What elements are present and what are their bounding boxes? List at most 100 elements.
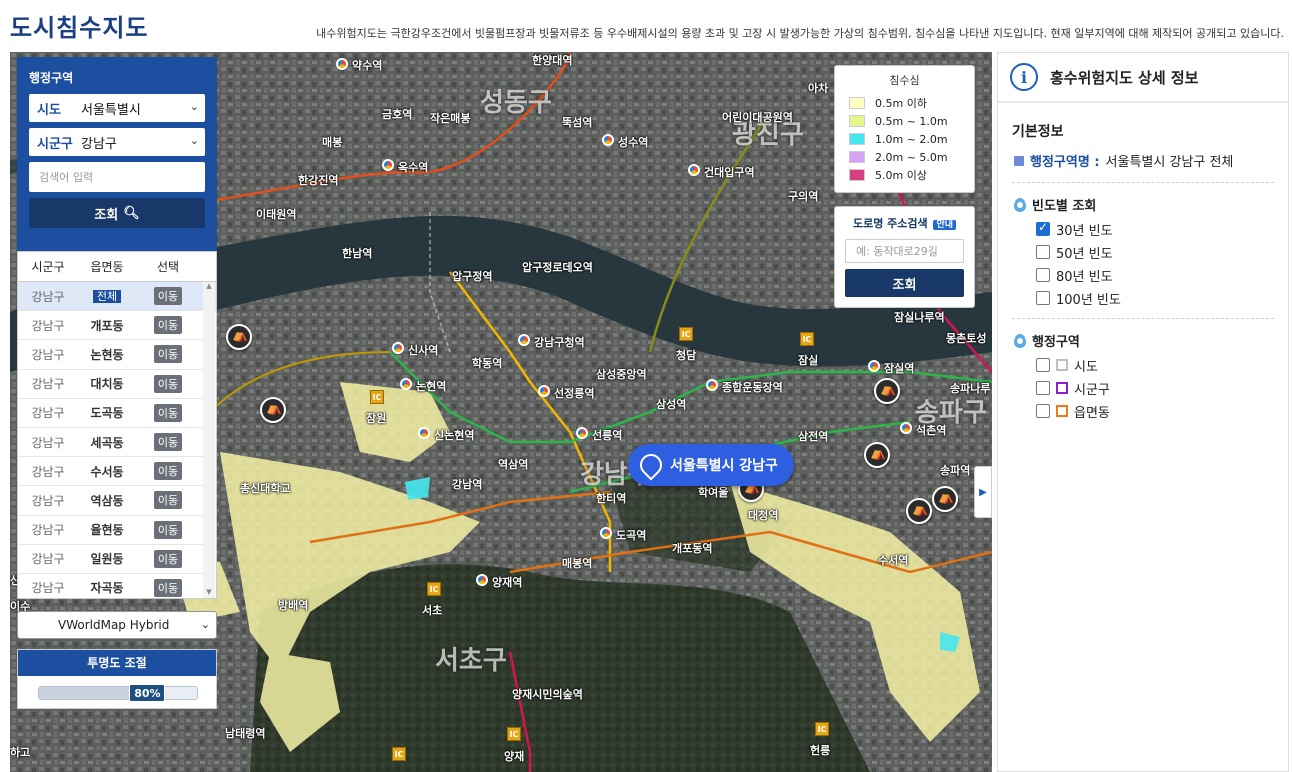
row-dong: 전체 xyxy=(78,288,136,304)
station-marker[interactable] xyxy=(576,427,588,439)
legend-label: 0.5m ~ 1.0m xyxy=(875,114,948,128)
table-row[interactable]: 강남구 세곡동 이동 xyxy=(18,428,216,458)
frequency-label: 50년 빈도 xyxy=(1056,246,1113,262)
sido-select[interactable]: 시도 서울특별시 ⌄ xyxy=(29,94,205,122)
table-row[interactable]: 강남구 도곡동 이동 xyxy=(18,399,216,428)
frequency-label: 100년 빈도 xyxy=(1056,292,1121,308)
sido-value: 서울특별시 xyxy=(81,102,141,118)
place-label: 서초 xyxy=(422,604,443,617)
frequency-option[interactable]: 100년 빈도 xyxy=(1036,290,1288,308)
station-marker[interactable] xyxy=(688,164,700,176)
table-row[interactable]: 강남구 논현동 이동 xyxy=(18,340,216,370)
shelter-pin-icon[interactable] xyxy=(906,498,932,524)
opacity-value[interactable]: 80% xyxy=(129,684,166,702)
road-address-search: 도로명 주소검색 안내 예: 동작대로29길 조회 xyxy=(834,206,975,308)
search-title: 행정구역 xyxy=(29,71,74,85)
scroll-up-icon[interactable]: ▲ xyxy=(203,282,215,290)
station-marker[interactable] xyxy=(382,159,394,171)
move-button[interactable]: 이동 xyxy=(153,520,183,539)
station-label: 한남역 xyxy=(342,247,373,260)
row-dong-label: 세곡동 xyxy=(90,435,124,450)
place-label: 작은매봉 xyxy=(430,112,471,125)
table-scrollbar[interactable]: ▲ ▼ xyxy=(203,282,215,598)
row-dong-label: 율현동 xyxy=(90,523,124,538)
legend-label: 0.5m 이하 xyxy=(875,97,927,110)
station-marker[interactable] xyxy=(538,385,550,397)
selected-area-badge[interactable]: 서울특별시 강남구 xyxy=(628,444,794,486)
move-button[interactable]: 이동 xyxy=(153,374,183,393)
station-label: 약수역 xyxy=(352,59,383,72)
move-button[interactable]: 이동 xyxy=(153,316,183,335)
search-submit-button[interactable]: 조회 🔍︎ xyxy=(29,198,205,228)
station-marker[interactable] xyxy=(600,527,612,539)
keyword-input[interactable]: 검색어 입력 xyxy=(29,162,205,192)
station-label: 학여울 xyxy=(698,486,729,499)
station-marker[interactable] xyxy=(900,422,912,434)
road-address-input[interactable]: 예: 동작대로29길 xyxy=(845,239,964,263)
shelter-pin-icon[interactable] xyxy=(864,442,890,468)
row-dong-label: 일원동 xyxy=(90,552,124,567)
table-row[interactable]: 강남구 자곡동 이동 xyxy=(18,574,216,598)
admin-layer-option[interactable]: 시도 xyxy=(1036,357,1288,375)
table-row[interactable]: 강남구 개포동 이동 xyxy=(18,311,216,341)
station-marker[interactable] xyxy=(418,427,430,439)
station-label: 매봉역 xyxy=(562,557,593,570)
row-action: 이동 xyxy=(136,316,200,335)
row-action: 이동 xyxy=(136,462,200,481)
table-row[interactable]: 강남구 율현동 이동 xyxy=(18,516,216,545)
checkbox[interactable] xyxy=(1036,381,1050,395)
station-marker[interactable] xyxy=(336,58,348,70)
station-marker[interactable] xyxy=(392,342,404,354)
move-button[interactable]: 이동 xyxy=(153,345,183,364)
admin-layer-option[interactable]: 읍면동 xyxy=(1036,403,1288,421)
frequency-option[interactable]: 30년 빈도 xyxy=(1036,220,1288,239)
row-dong: 도곡동 xyxy=(78,404,136,421)
row-dong: 일원동 xyxy=(78,550,136,567)
checkbox[interactable] xyxy=(1036,291,1050,305)
station-marker[interactable] xyxy=(868,360,880,372)
move-button[interactable]: 이동 xyxy=(153,491,183,510)
table-row[interactable]: 강남구 일원동 이동 xyxy=(18,545,216,574)
station-marker[interactable] xyxy=(518,334,530,346)
checkbox[interactable] xyxy=(1036,245,1050,259)
legend-label: 5.0m 이상 xyxy=(875,169,927,182)
station-marker[interactable] xyxy=(602,134,614,146)
move-button[interactable]: 이동 xyxy=(153,462,183,481)
move-button[interactable]: 이동 xyxy=(153,403,183,422)
panel-toggle-button[interactable]: ▶ xyxy=(974,466,992,518)
station-marker[interactable] xyxy=(706,379,718,391)
move-button[interactable]: 이동 xyxy=(153,287,183,306)
legend-title: 침수심 xyxy=(889,74,920,87)
row-action: 이동 xyxy=(136,549,200,568)
table-row[interactable]: 강남구 전체 이동 xyxy=(18,282,216,312)
table-row[interactable]: 강남구 대치동 이동 xyxy=(18,370,216,399)
station-label: 송파나루 xyxy=(950,382,991,395)
move-button[interactable]: 이동 xyxy=(153,433,183,452)
table-row[interactable]: 강남구 수서동 이동 xyxy=(18,457,216,487)
road-search-button[interactable]: 조회 xyxy=(845,269,964,297)
table-row[interactable]: 강남구 역삼동 이동 xyxy=(18,486,216,516)
checkbox[interactable] xyxy=(1036,404,1050,418)
scroll-down-icon[interactable]: ▼ xyxy=(203,588,215,596)
frequency-option[interactable]: 80년 빈도 xyxy=(1036,267,1288,285)
divider xyxy=(1012,318,1274,319)
station-marker[interactable] xyxy=(400,378,412,390)
basemap-select[interactable]: VWorldMap Hybrid ⌄ xyxy=(17,611,217,639)
admin-layer-option[interactable]: 시군구 xyxy=(1036,380,1288,398)
row-dong-label: 전체 xyxy=(92,290,122,304)
move-button[interactable]: 이동 xyxy=(153,578,183,597)
move-button[interactable]: 이동 xyxy=(153,549,183,568)
sigungu-select[interactable]: 시군구 강남구 ⌄ xyxy=(29,128,205,156)
shelter-pin-icon[interactable] xyxy=(226,324,252,350)
checkbox[interactable] xyxy=(1036,220,1050,236)
frequency-option[interactable]: 50년 빈도 xyxy=(1036,244,1288,262)
checkbox[interactable] xyxy=(1036,358,1050,372)
shelter-pin-icon[interactable] xyxy=(932,486,958,512)
shelter-pin-icon[interactable] xyxy=(874,378,900,404)
guide-button[interactable]: 안내 xyxy=(933,220,957,230)
opacity-slider[interactable]: 80% xyxy=(38,684,198,702)
shelter-pin-icon[interactable] xyxy=(260,397,286,423)
station-marker[interactable] xyxy=(476,574,488,586)
station-label: 신논현역 xyxy=(434,429,475,442)
checkbox[interactable] xyxy=(1036,268,1050,282)
